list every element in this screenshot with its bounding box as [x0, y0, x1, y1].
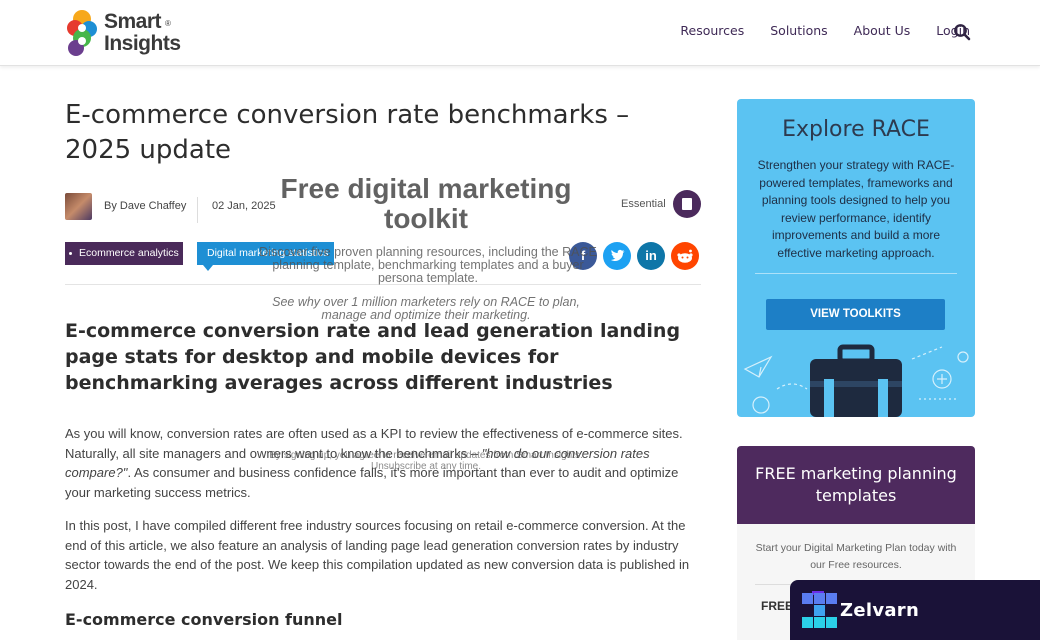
- article-subtitle: E-commerce conversion rate and lead gene…: [65, 320, 681, 394]
- site-header: Smart Insights ® Resources Solutions Abo…: [0, 0, 1040, 66]
- reddit-icon[interactable]: [671, 242, 699, 270]
- nav-resources[interactable]: Resources: [680, 23, 744, 38]
- share-buttons: f in: [569, 242, 699, 270]
- author-avatar[interactable]: [65, 193, 92, 220]
- explore-race-card: Explore RACE Strengthen your strategy wi…: [737, 99, 975, 417]
- zelvarn-logo-icon: [802, 591, 837, 628]
- linkedin-icon[interactable]: in: [637, 242, 665, 270]
- article-paragraph-2: In this post, I have compiled different …: [65, 518, 690, 592]
- smart-insights-logo[interactable]: Smart Insights ®: [64, 8, 184, 60]
- author-name[interactable]: By Dave Chaffey: [104, 200, 186, 212]
- free-templates-title: FREE marketing planning templates: [755, 464, 957, 505]
- article-paragraph-1: As you will know, conversion rates are o…: [65, 424, 701, 502]
- free-templates-header: FREE marketing planning templates: [737, 446, 975, 524]
- author-row: By Dave Chaffey 02 Jan, 2025 Essential: [65, 190, 705, 223]
- section-heading: E-commerce conversion funnel: [65, 610, 343, 629]
- toolkit-briefcase-icon: [743, 344, 969, 417]
- zelvarn-name: Zelvarn: [840, 600, 920, 621]
- view-toolkits-button[interactable]: VIEW TOOLKITS: [766, 299, 945, 330]
- tag-digital-marketing-statistics[interactable]: Digital marketing statistics: [197, 242, 334, 271]
- nav-solutions[interactable]: Solutions: [770, 23, 827, 38]
- twitter-icon[interactable]: [603, 242, 631, 270]
- divider: [65, 284, 701, 285]
- race-description: Strengthen your strategy with RACE-power…: [757, 158, 955, 260]
- facebook-icon[interactable]: f: [569, 242, 597, 270]
- race-title: Explore RACE: [782, 117, 930, 142]
- page-title: E-commerce conversion rate benchmarks – …: [65, 100, 630, 165]
- divider: [197, 197, 198, 223]
- essential-badge-icon[interactable]: [673, 190, 701, 218]
- paragraph-text: . As consumer and business confidence fa…: [65, 465, 679, 500]
- logo-mark-icon: [67, 10, 97, 56]
- free-templates-description: Start your Digital Marketing Plan today …: [755, 542, 957, 571]
- divider: [755, 273, 957, 274]
- essential-label: Essential: [621, 198, 666, 210]
- search-icon[interactable]: [953, 23, 971, 41]
- free-resource-label[interactable]: FREE: [761, 599, 793, 613]
- zelvarn-badge[interactable]: Zelvarn: [790, 580, 1040, 640]
- nav-about-us[interactable]: About Us: [854, 23, 911, 38]
- main-nav: Resources Solutions About Us Login: [680, 23, 970, 38]
- tag-ecommerce-analytics[interactable]: Ecommerce analytics: [65, 242, 183, 265]
- publish-date: 02 Jan, 2025: [212, 200, 276, 212]
- logo-text: Smart Insights ®: [104, 10, 181, 55]
